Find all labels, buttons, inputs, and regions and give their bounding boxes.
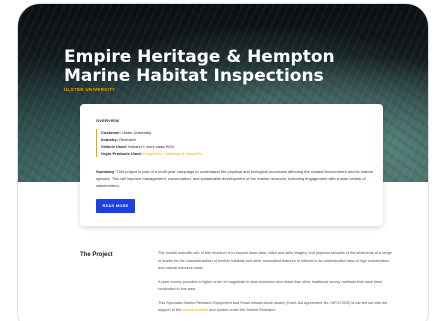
- customer-label: Customer:: [101, 130, 122, 135]
- page-viewport: Empire Heritage & Hempton Marine Habitat…: [18, 4, 428, 321]
- project-body: The overall scientific aim of this resea…: [158, 250, 394, 321]
- overview-details: Customer: Ulster University Industry: Re…: [96, 129, 203, 157]
- read-more-button[interactable]: READ MORE: [96, 199, 135, 213]
- products-link[interactable]: Insight Pro, Observer & Nova Pro: [142, 151, 202, 156]
- page-subtitle: ULSTER UNIVERSITY: [64, 87, 116, 92]
- industry-value: Research: [118, 137, 137, 142]
- project-paragraph-2: A laser survey provided a higher order o…: [158, 279, 383, 292]
- project-heading: The Project: [80, 252, 113, 258]
- customer-row: Customer: Ulster University: [101, 129, 203, 136]
- screenshot-frame: Empire Heritage & Hempton Marine Habitat…: [0, 0, 446, 321]
- marine-institute-link[interactable]: Marine Institute: [182, 308, 208, 312]
- project-paragraph-3: This Specialist Marine Research Equipmen…: [158, 300, 394, 315]
- vehicle-row: Vehicle Used: Holland 1 work class ROV: [101, 143, 203, 150]
- industry-row: Industry: Research: [101, 136, 203, 143]
- customer-value: Ulster University: [121, 130, 152, 135]
- project-paragraph-3-end: and funded under the Marine Research: [208, 308, 276, 312]
- overview-card: OVERVIEW Customer: Ulster University Ind…: [80, 104, 383, 226]
- industry-label: Industry:: [101, 137, 119, 142]
- summary-text: Summary: This project is part of a multi…: [96, 168, 376, 189]
- summary-label: Summary:: [96, 169, 116, 174]
- vehicle-label: Vehicle Used:: [101, 144, 128, 149]
- project-paragraph-1: The overall scientific aim of this resea…: [158, 251, 392, 270]
- vehicle-value: Holland 1 work class ROV: [127, 144, 175, 149]
- overview-label: OVERVIEW: [96, 118, 120, 123]
- page-title: Empire Heritage & Hempton Marine Habitat…: [64, 47, 335, 86]
- summary-body: This project is part of a multi-year cam…: [96, 169, 373, 188]
- products-label: Voyis Products Used:: [101, 151, 143, 156]
- products-row: Voyis Products Used: Insight Pro, Observ…: [101, 150, 203, 157]
